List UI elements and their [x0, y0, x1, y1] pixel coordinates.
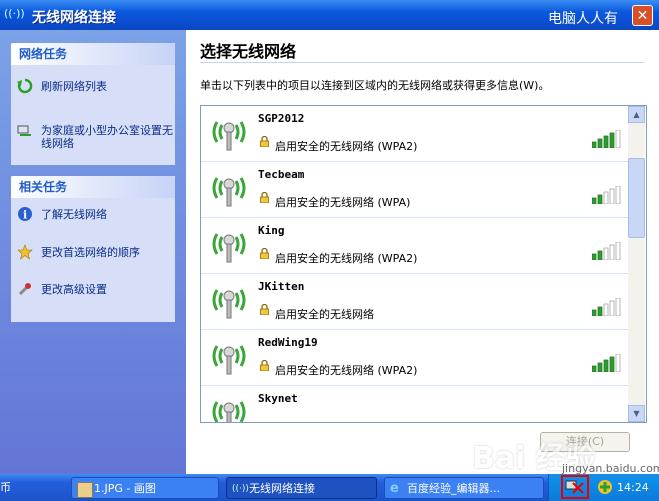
network-list[interactable]: SGP2012 启用安全的无线网络 (WPA2) Tecbeam 启用安全的无线网络 …: [200, 105, 647, 423]
lock-icon: [260, 360, 269, 371]
close-button[interactable]: ✕: [632, 5, 653, 26]
change-preferred-order-link[interactable]: 更改首选网络的顺序: [17, 244, 173, 264]
lock-icon: [260, 136, 269, 147]
network-item[interactable]: SGP2012 启用安全的无线网络 (WPA2): [201, 106, 628, 162]
taskbar-button-wireless-label: 无线网络连接: [249, 482, 315, 495]
change-preferred-order-label: 更改首选网络的顺序: [41, 246, 140, 259]
security-status: 启用安全的无线网络 (WPA2): [275, 252, 418, 265]
network-name: JKitten: [258, 280, 305, 293]
task-sidebar: 网络任务 刷新网络列表 为家庭或小型办公室设置无线网络 相关任务 i 了解无线网…: [0, 30, 186, 474]
scroll-down-button[interactable]: ▼: [628, 405, 645, 422]
wireless-signal-icon: [212, 177, 246, 207]
signal-strength-icon: [592, 298, 621, 316]
learn-wireless-label: 了解无线网络: [41, 208, 107, 221]
taskbar-button-paint[interactable]: 1.JPG - 画图: [71, 477, 219, 499]
watermark-text: 电脑人人有: [548, 11, 618, 27]
star-icon: [17, 244, 33, 260]
network-item[interactable]: JKitten 启用安全的无线网络: [201, 274, 628, 330]
wireless-signal-icon: [212, 289, 246, 319]
network-tasks-panel: 网络任务 刷新网络列表 为家庭或小型办公室设置无线网络: [11, 43, 175, 165]
wireless-signal-icon: [212, 233, 246, 263]
clock: 14:24: [617, 481, 649, 494]
vertical-scrollbar[interactable]: ▲ ▼: [628, 106, 645, 422]
network-name: RedWing19: [258, 336, 318, 349]
signal-strength-icon: [592, 186, 621, 204]
signal-strength-icon: [592, 130, 621, 148]
security-status: 启用安全的无线网络 (WPA): [275, 196, 411, 209]
window-title: 无线网络连接: [32, 10, 116, 26]
network-item[interactable]: King 启用安全的无线网络 (WPA2): [201, 218, 628, 274]
ie-icon: e: [390, 481, 399, 496]
scroll-thumb[interactable]: [628, 158, 645, 238]
network-setup-icon: [17, 125, 31, 136]
page-title: 选择无线网络: [200, 42, 297, 61]
taskbar-button-ie-label: 百度经验_编辑器...: [407, 482, 500, 495]
settings-wrench-icon: [18, 283, 31, 296]
network-tray-icon[interactable]: [565, 479, 585, 495]
wireless-connections-window: ((·)) 无线网络连接 电脑人人有 ✕ 网络任务 刷新网络列表 为家庭或小型办…: [0, 0, 659, 476]
security-status: 启用安全的无线网络 (WPA2): [275, 140, 418, 153]
change-advanced-settings-label: 更改高级设置: [41, 283, 107, 296]
security-status: 启用安全的无线网络 (WPA2): [275, 364, 418, 377]
security-tray-icon[interactable]: [597, 479, 613, 495]
network-name: Skynet: [258, 392, 298, 405]
signal-strength-icon: [592, 242, 621, 260]
taskbar-button-paint-label: 1.JPG - 画图: [94, 482, 156, 495]
refresh-network-list-label: 刷新网络列表: [41, 80, 107, 93]
wireless-signal-icon: [212, 345, 246, 375]
related-tasks-panel: 相关任务 i 了解无线网络 更改首选网络的顺序 更改高级设置: [11, 176, 175, 322]
info-icon: i: [18, 207, 32, 222]
wireless-signal-icon: [212, 401, 246, 422]
lock-icon: [260, 248, 269, 259]
instructions-text: 单击以下列表中的项目以连接到区域内的无线网络或获得更多信息(W)。: [200, 79, 550, 92]
start-button-label: 币: [0, 481, 11, 494]
lock-icon: [260, 192, 269, 203]
network-name: Tecbeam: [258, 168, 305, 181]
start-button-fragment[interactable]: 币: [0, 477, 30, 499]
network-name: King: [258, 224, 285, 237]
svg-text:i: i: [23, 209, 27, 222]
taskbar-button-wireless[interactable]: ((·)) 无线网络连接: [226, 477, 377, 499]
security-status: 启用安全的无线网络: [275, 308, 374, 321]
change-advanced-settings-link[interactable]: 更改高级设置: [17, 281, 173, 301]
learn-wireless-link[interactable]: i 了解无线网络: [17, 206, 173, 226]
signal-strength-icon: [592, 354, 621, 372]
setup-home-network-link[interactable]: 为家庭或小型办公室设置无线网络: [17, 122, 173, 152]
refresh-network-list-link[interactable]: 刷新网络列表: [17, 78, 173, 98]
refresh-icon: [17, 78, 33, 94]
title-bar[interactable]: ((·)) 无线网络连接 电脑人人有 ✕: [0, 0, 659, 30]
network-item[interactable]: Tecbeam 启用安全的无线网络 (WPA): [201, 162, 628, 218]
taskbar-button-ie[interactable]: e 百度经验_编辑器...: [384, 477, 544, 499]
network-item[interactable]: RedWing19 启用安全的无线网络 (WPA2): [201, 330, 628, 386]
scroll-up-button[interactable]: ▲: [628, 106, 645, 123]
network-tasks-title: 网络任务: [11, 43, 175, 65]
related-tasks-title: 相关任务: [11, 176, 175, 198]
wireless-signal-icon: [212, 121, 246, 151]
wireless-icon: ((·)): [4, 7, 25, 20]
lock-icon: [260, 304, 269, 315]
system-tray: 14:24: [548, 474, 659, 501]
title-divider: [200, 62, 645, 63]
setup-home-network-label: 为家庭或小型办公室设置无线网络: [41, 124, 173, 150]
network-item[interactable]: Skynet: [201, 386, 628, 422]
paint-icon: [77, 482, 93, 498]
wireless-taskbar-icon: ((·)): [232, 484, 249, 494]
network-name: SGP2012: [258, 112, 305, 125]
